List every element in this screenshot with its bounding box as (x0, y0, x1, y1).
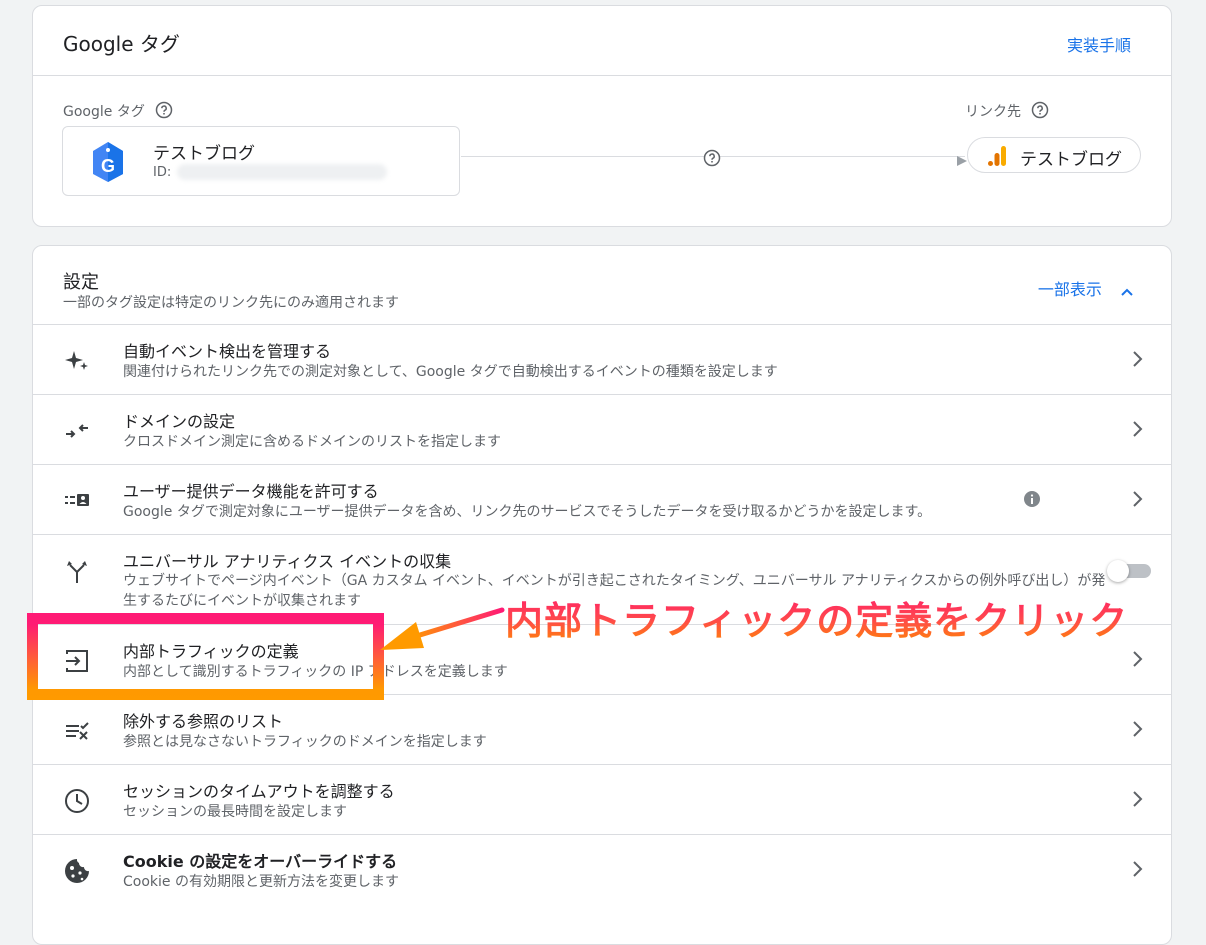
settings-row-user-data[interactable]: ユーザー提供データ機能を許可する Google タグで測定対象にユーザー提供デー… (33, 464, 1171, 534)
settings-title: 設定 (63, 272, 99, 293)
destination-label-row: リンク先 (965, 101, 1049, 123)
cookie-icon (63, 857, 91, 885)
row-title: ユニバーサル アナリティクス イベントの収集 (123, 552, 452, 571)
merge-arrows-icon (63, 417, 91, 445)
toggle-knob (1107, 560, 1129, 582)
destination-name: テストブログ (1020, 150, 1122, 170)
google-tag-box[interactable]: G テストブログ ID: (62, 126, 460, 196)
chevron-right-icon (1131, 650, 1143, 672)
chevron-right-icon (1131, 420, 1143, 442)
row-title: セッションのタイムアウトを調整する (123, 782, 395, 801)
settings-row-auto-event[interactable]: 自動イベント検出を管理する 関連付けられたリンク先での測定対象として、Googl… (33, 324, 1171, 394)
annotation-text: 内部トラフィックの定義をクリック (505, 590, 1128, 645)
implementation-link[interactable]: 実装手順 (1067, 32, 1131, 56)
help-icon[interactable] (155, 101, 173, 123)
chevron-right-icon (1131, 860, 1143, 882)
chevron-right-icon (1131, 490, 1143, 512)
row-title: 自動イベント検出を管理する (123, 342, 332, 361)
google-tag-icon: G (91, 141, 125, 187)
row-title: 除外する参照のリスト (123, 712, 284, 731)
settings-row-session-timeout[interactable]: セッションのタイムアウトを調整する セッションの最長時間を設定します (33, 764, 1171, 834)
settings-row-exclude-referrals[interactable]: 除外する参照のリスト 参照とは見なさないトラフィックのドメインを指定します (33, 694, 1171, 764)
sparkle-icon (63, 347, 91, 375)
svg-text:G: G (101, 156, 115, 176)
user-data-icon (63, 487, 91, 515)
info-icon[interactable] (1023, 490, 1041, 512)
row-description: 参照とは見なさないトラフィックのドメインを指定します (123, 734, 487, 750)
partial-display-label: 一部表示 (1037, 280, 1102, 299)
list-exclude-icon (63, 717, 91, 745)
clock-icon (63, 787, 91, 815)
settings-subtitle: 一部のタグ設定は特定のリンク先にのみ適用されます (63, 295, 399, 311)
row-title: ドメインの設定 (123, 412, 236, 431)
row-description: Google タグで測定対象にユーザー提供データを含め、リンク先のサービスでそう… (123, 504, 932, 520)
google-tag-card: Google タグ 実装手順 Google タグ リンク先 G テストブログ I… (32, 5, 1172, 227)
chevron-right-icon (1131, 790, 1143, 812)
chevron-up-icon (1121, 281, 1133, 300)
ua-events-toggle[interactable] (1107, 560, 1151, 582)
settings-row-cookie[interactable]: Cookie の設定をオーバーライドする Cookie の有効期限と更新方法を変… (33, 834, 1171, 904)
help-icon[interactable] (1031, 101, 1049, 123)
analytics-icon (986, 145, 1008, 171)
tag-id-label: ID: (153, 165, 172, 180)
tag-name: テストブログ (153, 144, 255, 164)
help-icon[interactable] (703, 149, 721, 171)
divider (33, 75, 1171, 76)
arrow-head-icon (957, 151, 967, 170)
card-title: Google タグ (63, 32, 180, 56)
annotation-arrow-icon (370, 598, 510, 672)
settings-row-domains[interactable]: ドメインの設定 クロスドメイン測定に含めるドメインのリストを指定します (33, 394, 1171, 464)
row-description: Cookie の有効期限と更新方法を変更します (123, 874, 399, 890)
annotation-highlight-box (27, 613, 384, 700)
row-description: セッションの最長時間を設定します (123, 804, 347, 820)
chevron-right-icon (1131, 720, 1143, 742)
row-title: Cookie の設定をオーバーライドする (123, 852, 398, 871)
row-title: ユーザー提供データ機能を許可する (123, 482, 379, 501)
destination-label: リンク先 (965, 104, 1021, 120)
chevron-right-icon (1131, 350, 1143, 372)
partial-display-toggle[interactable]: 一部表示 (1038, 276, 1133, 300)
redacted-tag-id (177, 164, 387, 180)
fork-icon (63, 557, 91, 585)
row-description: 関連付けられたリンク先での測定対象として、Google タグで自動検出するイベン… (123, 364, 778, 380)
row-description: クロスドメイン測定に含めるドメインのリストを指定します (123, 434, 501, 450)
tag-label: Google タグ (63, 104, 145, 120)
tag-label-row: Google タグ (63, 101, 173, 123)
destination-pill[interactable]: テストブログ (967, 137, 1141, 173)
